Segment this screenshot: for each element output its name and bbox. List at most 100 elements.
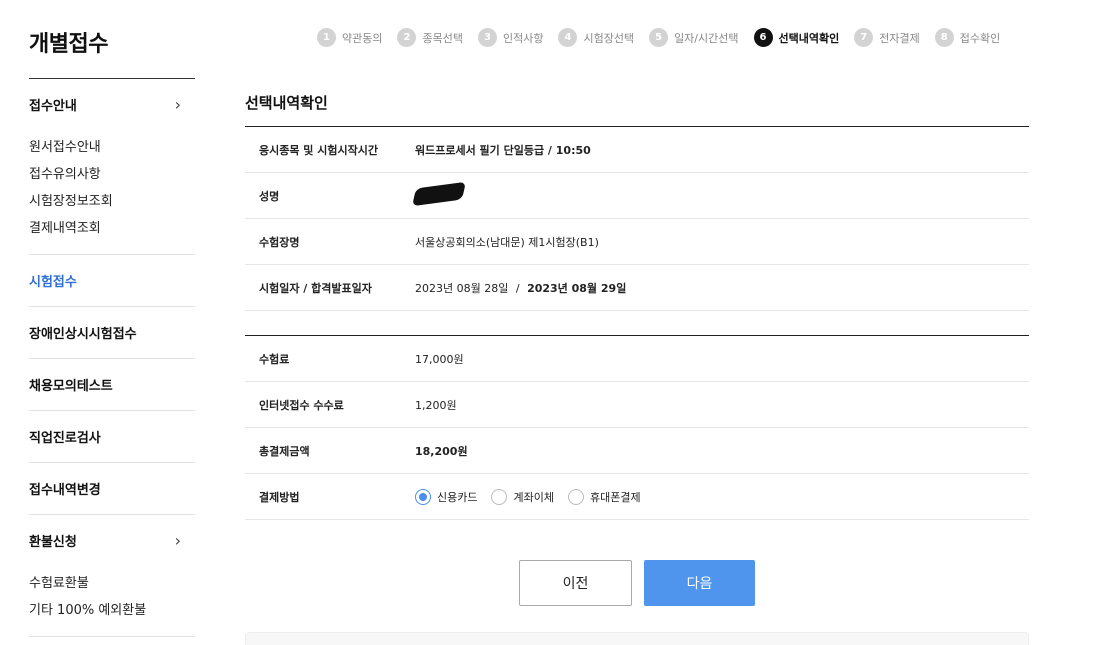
sidebar-group-mock: 채용모의테스트 (29, 359, 195, 411)
step-number: 3 (477, 28, 497, 47)
step-2: 2 종목선택 (397, 28, 463, 47)
step-4: 4 시험장선택 (558, 28, 634, 47)
row-label: 수험장명 (259, 235, 300, 249)
step-label: 전자결제 (879, 31, 920, 45)
table-row: 수험료 17,000원 (245, 336, 1029, 382)
sidebar-item-disabled-exam[interactable]: 장애인상시시험접수 (29, 307, 195, 358)
sidebar-group-disabled: 장애인상시시험접수 (29, 307, 195, 359)
sidebar-group-career: 직업진로검사 (29, 411, 195, 463)
table-row: 시험일자 / 합격발표일자 2023년 08월 28일 / 2023년 08월 … (245, 265, 1029, 311)
row-value: 2023년 08월 28일 / 2023년 08월 29일 (415, 280, 626, 296)
sidebar-subitem[interactable]: 시험장정보조회 (29, 188, 195, 215)
sidebar-submenu: 수험료환불 기타 100% 예외환불 (29, 566, 195, 636)
step-6-active: 6 선택내역확인 (753, 28, 840, 47)
table-row: 총결제금액 18,200원 (245, 428, 1029, 474)
row-value: 워드프로세서 필기 단일등급 / 10:50 (415, 143, 591, 157)
step-label: 일자/시간선택 (674, 31, 739, 45)
sidebar: 접수안내 › 원서접수안내 접수유의사항 시험장정보조회 결제내역조회 시험접수… (29, 78, 195, 637)
redacted-name (412, 181, 466, 207)
result-date: 2023년 08월 29일 (527, 281, 627, 295)
table-row: 인터넷접수 수수료 1,200원 (245, 382, 1029, 428)
step-label: 선택내역확인 (778, 31, 840, 45)
step-label: 약관동의 (342, 31, 383, 45)
sidebar-item-label: 접수내역변경 (29, 483, 101, 498)
sidebar-submenu: 원서접수안내 접수유의사항 시험장정보조회 결제내역조회 (29, 130, 195, 254)
prev-button[interactable]: 이전 (519, 560, 632, 606)
payment-method-radio-group: 신용카드 계좌이체 휴대폰결제 (415, 488, 655, 505)
row-label: 총결제금액 (259, 444, 310, 458)
step-number: 7 (854, 28, 874, 47)
radio-mobile-payment[interactable]: 휴대폰결제 (567, 488, 641, 505)
sidebar-subitem[interactable]: 기타 100% 예외환불 (29, 597, 195, 624)
row-value: 17,000원 (415, 352, 464, 366)
step-label: 시험장선택 (583, 31, 635, 45)
sidebar-item-label: 접수안내 (29, 99, 77, 114)
date-separator: / (515, 281, 520, 295)
sidebar-subitem[interactable]: 수험료환불 (29, 570, 195, 597)
page-title: 개별접수 (29, 32, 108, 57)
step-7: 7 전자결제 (854, 28, 920, 47)
row-label: 성명 (259, 189, 280, 203)
sidebar-item-label: 환불신청 (29, 535, 77, 550)
step-number: 1 (317, 28, 336, 47)
sidebar-item-career-test[interactable]: 직업진로검사 (29, 411, 195, 462)
chevron-right-icon: › (174, 95, 181, 114)
sidebar-group-refund: 환불신청 › 수험료환불 기타 100% 예외환불 (29, 515, 195, 637)
sidebar-item-refund[interactable]: 환불신청 › (29, 515, 195, 566)
step-number: 6 (753, 28, 773, 47)
step-label: 인적사항 (502, 31, 544, 45)
row-label: 시험일자 / 합격발표일자 (259, 281, 372, 295)
radio-bank-transfer[interactable]: 계좌이체 (491, 488, 554, 505)
sidebar-item-change-reception[interactable]: 접수내역변경 (29, 463, 195, 514)
section-title: 선택내역확인 (245, 94, 328, 112)
row-value: 서울상공회의소(남대문) 제1시험장(B1) (415, 235, 599, 249)
table-row: 응시종목 및 시험시작시간 워드프로세서 필기 단일등급 / 10:50 (245, 127, 1029, 173)
sidebar-group-change: 접수내역변경 (29, 463, 195, 515)
radio-circle-icon (415, 488, 431, 505)
next-button[interactable]: 다음 (644, 560, 755, 606)
step-number: 4 (558, 28, 578, 47)
exam-date: 2023년 08월 28일 (415, 281, 509, 295)
radio-credit-card[interactable]: 신용카드 (415, 488, 478, 505)
sidebar-item-reception-guide[interactable]: 접수안내 › (29, 79, 195, 130)
step-number: 2 (397, 28, 417, 47)
step-3: 3 인적사항 (477, 28, 544, 47)
radio-circle-icon (491, 488, 508, 505)
step-5: 5 일자/시간선택 (649, 28, 739, 47)
step-number: 8 (934, 28, 954, 47)
radio-label: 휴대폰결제 (589, 490, 641, 504)
step-number: 5 (649, 28, 669, 47)
sidebar-subitem[interactable]: 결제내역조회 (29, 215, 195, 242)
row-label: 인터넷접수 수수료 (259, 398, 344, 412)
sidebar-group-exam: 시험접수 (29, 255, 195, 307)
sidebar-subitem[interactable]: 원서접수안내 (29, 134, 195, 161)
sidebar-item-exam-reception[interactable]: 시험접수 (29, 255, 195, 306)
step-label: 접수확인 (959, 31, 1001, 45)
sidebar-group-guide: 접수안내 › 원서접수안내 접수유의사항 시험장정보조회 결제내역조회 (29, 79, 195, 255)
sidebar-subitem[interactable]: 접수유의사항 (29, 161, 195, 188)
row-value: 1,200원 (415, 398, 457, 412)
selection-details-table: 응시종목 및 시험시작시간 워드프로세서 필기 단일등급 / 10:50 성명 … (245, 126, 1029, 311)
step-progress: 1 약관동의 2 종목선택 3 인적사항 4 시험장선택 5 일자/시간선택 6 선택내역확… (317, 28, 1015, 47)
step-1: 1 약관동의 (317, 28, 382, 47)
sidebar-item-label: 시험접수 (29, 275, 77, 290)
payment-details-table: 수험료 17,000원 인터넷접수 수수료 1,200원 총결제금액 18,20… (245, 335, 1029, 520)
sidebar-item-label: 직업진로검사 (29, 431, 101, 446)
table-row: 결제방법 신용카드 계좌이체 휴대폰결제 (245, 474, 1029, 520)
sidebar-item-label: 채용모의테스트 (29, 379, 113, 394)
radio-circle-icon (567, 488, 584, 505)
row-value (412, 181, 466, 207)
sidebar-item-mock-test[interactable]: 채용모의테스트 (29, 359, 195, 410)
row-value: 18,200원 (415, 444, 468, 458)
radio-label: 계좌이체 (513, 490, 554, 504)
table-row: 수험장명 서울상공회의소(남대문) 제1시험장(B1) (245, 219, 1029, 265)
step-8: 8 접수확인 (934, 28, 1001, 47)
row-label: 응시종목 및 시험시작시간 (259, 143, 378, 157)
table-row: 성명 (245, 173, 1029, 219)
row-label: 결제방법 (259, 490, 300, 504)
radio-label: 신용카드 (437, 490, 478, 504)
sidebar-item-label: 장애인상시시험접수 (29, 327, 137, 342)
row-label: 수험료 (259, 352, 290, 366)
notice-box (245, 632, 1029, 645)
chevron-right-icon: › (174, 531, 181, 550)
